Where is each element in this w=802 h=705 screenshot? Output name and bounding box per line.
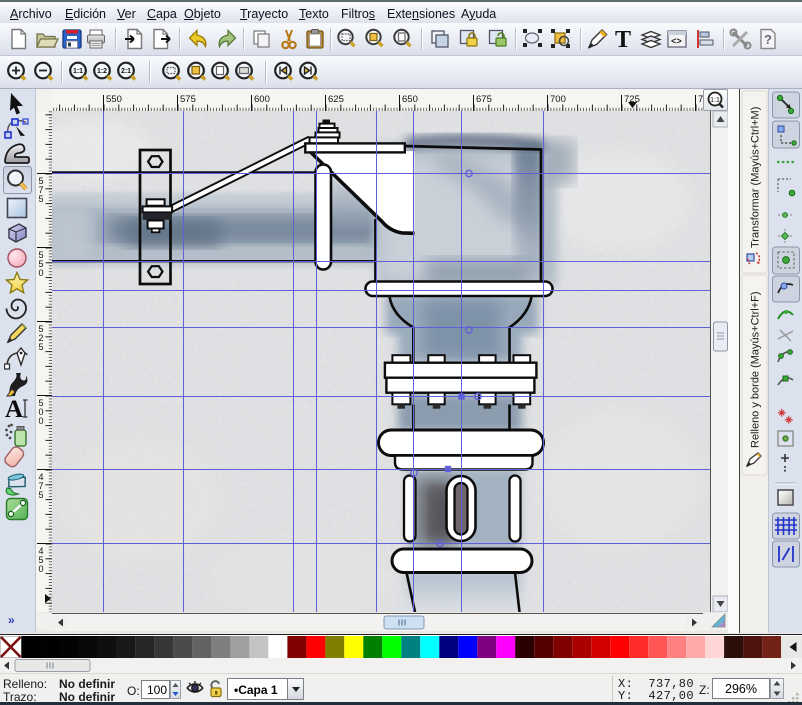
svg-text:575: 575 [180,94,196,105]
svg-text:700: 700 [550,94,566,105]
svg-text:650: 650 [402,94,418,105]
svg-text:625: 625 [328,94,344,105]
svg-text:2:1: 2:1 [121,68,131,75]
svg-text:0: 0 [38,416,43,426]
svg-text:5: 5 [38,342,43,352]
svg-text:1:2: 1:2 [97,68,107,75]
svg-text:5: 5 [38,194,43,204]
svg-text:675: 675 [476,94,492,105]
svg-text:0: 0 [38,564,43,574]
svg-text:A: A [5,396,23,422]
svg-text:5: 5 [38,490,43,500]
svg-text:550: 550 [106,94,122,105]
svg-text:<>: <> [671,37,682,47]
svg-text:1:1: 1:1 [73,68,83,75]
svg-text:Transformar (Mayús+Ctrl+M): Transformar (Mayús+Ctrl+M) [750,107,762,248]
svg-text:0: 0 [38,268,43,278]
svg-text:Relleno y borde (Mayús+Ctrl+F): Relleno y borde (Mayús+Ctrl+F) [750,291,762,448]
svg-text:1:1: 1:1 [710,97,720,104]
svg-text:T: T [615,28,631,50]
svg-text:600: 600 [254,94,270,105]
svg-text:?: ? [764,32,772,47]
